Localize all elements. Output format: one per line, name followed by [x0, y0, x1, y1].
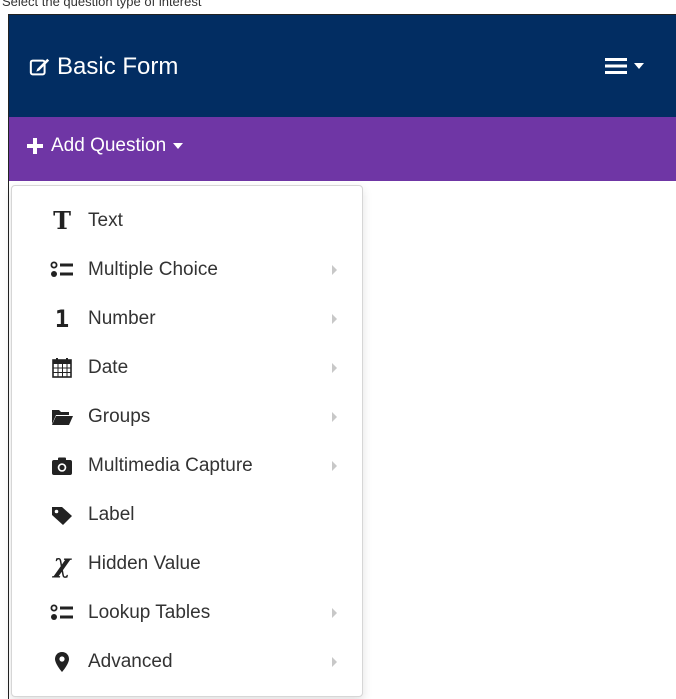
- menu-item-multiple-choice[interactable]: Multiple Choice: [12, 245, 362, 294]
- menu-item-label: Multimedia Capture: [88, 454, 253, 476]
- edit-icon: [29, 58, 50, 76]
- submenu-arrow-icon: [332, 411, 337, 422]
- list-icon: [50, 261, 73, 277]
- submenu-arrow-icon: [332, 607, 337, 618]
- variable-icon: χ: [53, 548, 71, 579]
- menu-item-hidden-value[interactable]: χ Hidden Value: [12, 539, 362, 588]
- add-question-button[interactable]: Add Question: [27, 135, 184, 157]
- add-question-label: Add Question: [51, 135, 167, 156]
- menu-item-label: Date: [88, 356, 129, 378]
- question-type-menu: T Text Multiple Choice 1 Number Date Gro…: [11, 185, 363, 697]
- text-icon: T: [53, 206, 71, 235]
- menu-item-groups[interactable]: Groups: [12, 392, 362, 441]
- plus-icon: [27, 138, 43, 154]
- menu-item-number[interactable]: 1 Number: [12, 294, 362, 343]
- submenu-arrow-icon: [332, 313, 337, 324]
- menu-item-label-type[interactable]: Label: [12, 490, 362, 539]
- app-frame: Basic Form Add Question T Text Multiple …: [8, 14, 676, 699]
- caret-down-icon: [173, 143, 184, 149]
- top-navbar: Basic Form: [9, 15, 676, 117]
- menu-item-label: Advanced: [88, 650, 173, 672]
- page-caption: Select the question type of interest: [2, 0, 202, 9]
- brand[interactable]: Basic Form: [29, 53, 178, 81]
- submenu-arrow-icon: [332, 264, 337, 275]
- submenu-arrow-icon: [332, 460, 337, 471]
- tag-icon: [52, 506, 72, 525]
- list-icon: [50, 604, 73, 620]
- menu-item-date[interactable]: Date: [12, 343, 362, 392]
- menu-toggle-button[interactable]: [605, 57, 645, 75]
- menu-item-advanced[interactable]: Advanced: [12, 637, 362, 686]
- submenu-arrow-icon: [332, 656, 337, 667]
- submenu-arrow-icon: [332, 362, 337, 373]
- menu-item-label: Multiple Choice: [88, 258, 218, 280]
- menu-item-label: Groups: [88, 405, 151, 427]
- menu-item-label: Lookup Tables: [88, 601, 211, 623]
- number-icon: 1: [54, 304, 70, 333]
- menu-item-text[interactable]: T Text: [12, 196, 362, 245]
- camera-icon: [52, 457, 72, 475]
- menu-item-multimedia-capture[interactable]: Multimedia Capture: [12, 441, 362, 490]
- brand-title: Basic Form: [57, 53, 179, 80]
- folder-open-icon: [52, 409, 73, 425]
- toolbar: Add Question: [9, 117, 676, 181]
- menu-item-label: Number: [88, 307, 156, 329]
- caret-down-icon: [634, 63, 644, 69]
- menu-item-label: Label: [88, 503, 135, 525]
- menu-item-lookup-tables[interactable]: Lookup Tables: [12, 588, 362, 637]
- calendar-icon: [52, 357, 72, 378]
- menu-item-label: Text: [88, 209, 123, 231]
- map-marker-icon: [55, 651, 69, 672]
- hamburger-icon: [605, 58, 627, 74]
- menu-item-label: Hidden Value: [88, 552, 201, 574]
